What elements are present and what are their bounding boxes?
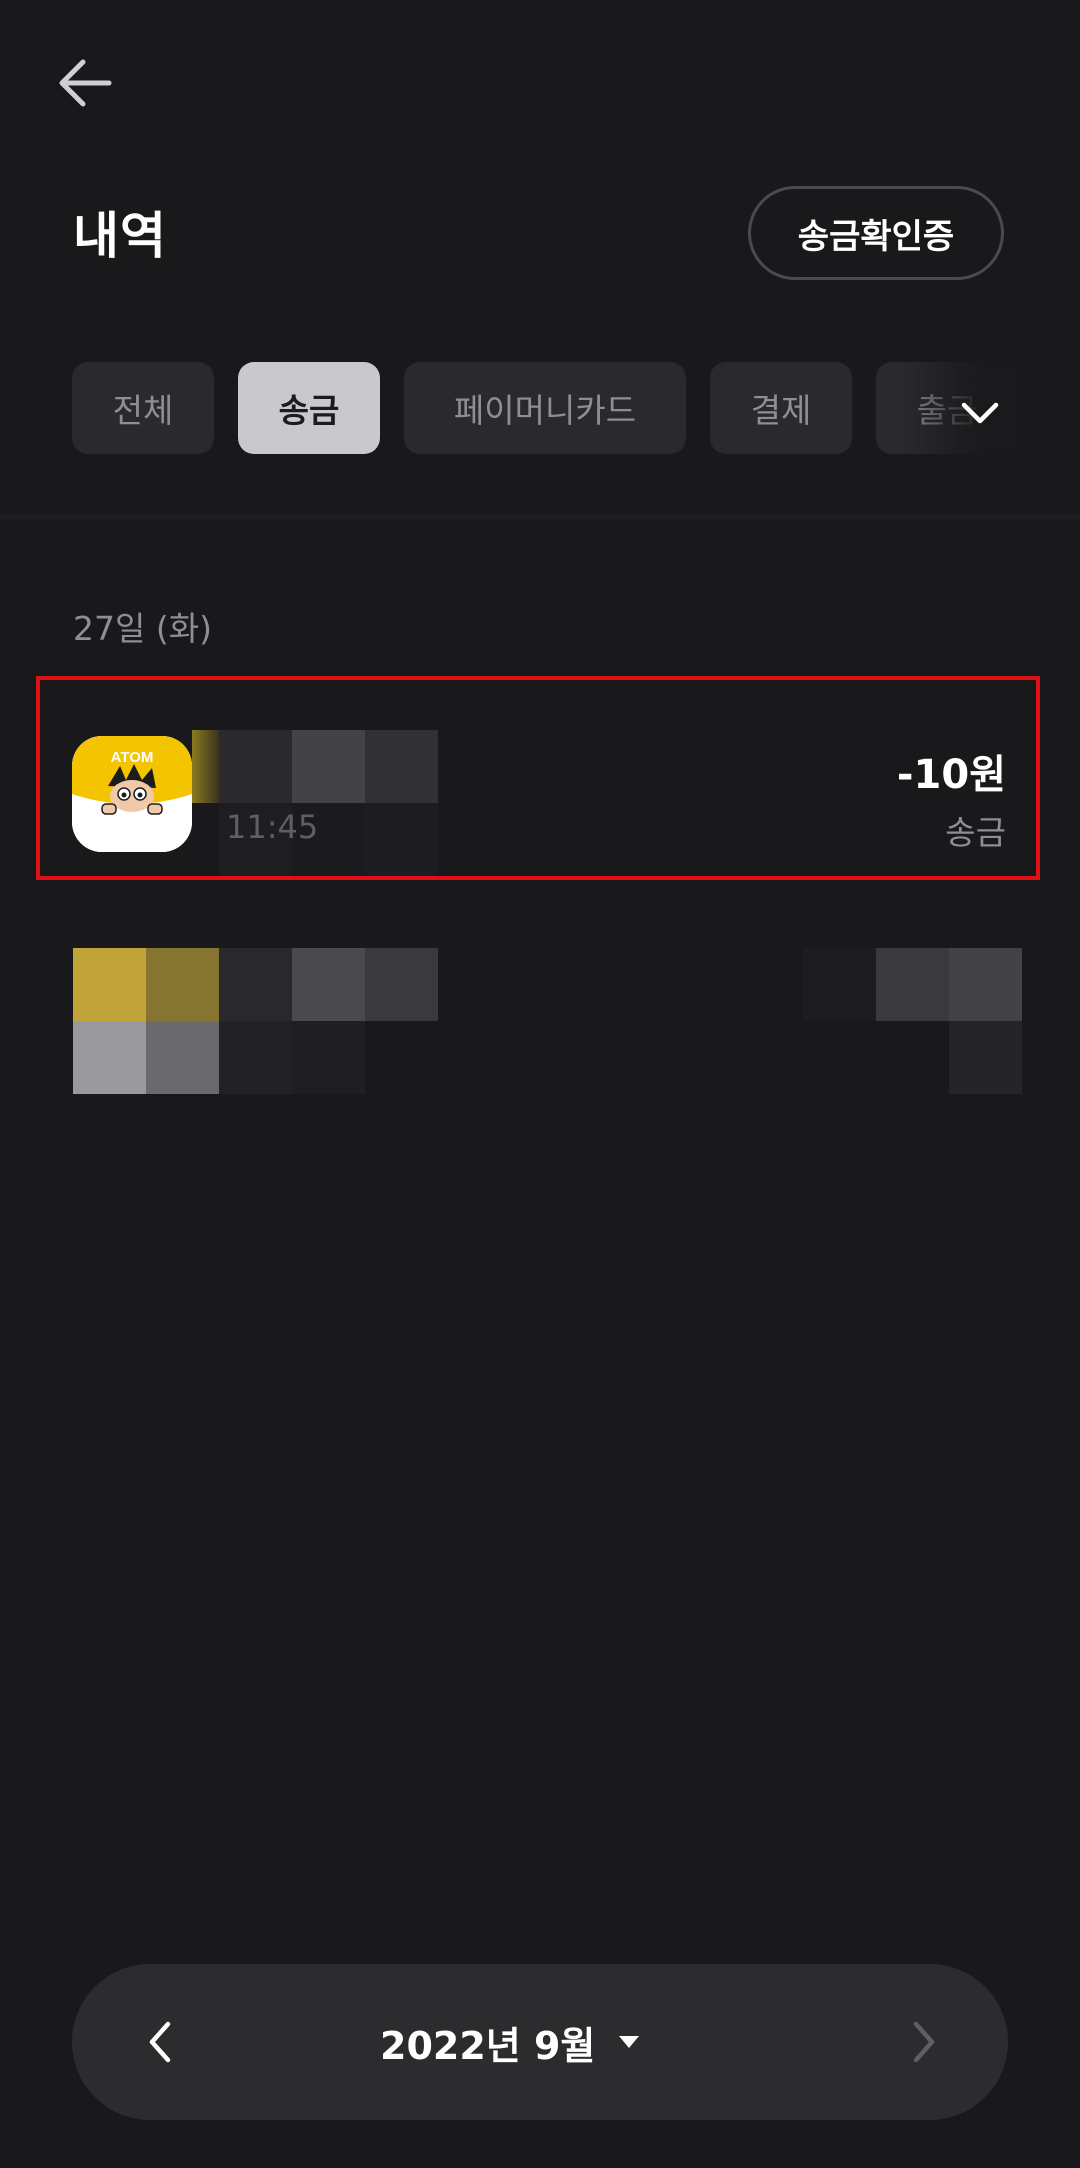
tab-all[interactable]: 전체 — [72, 362, 214, 454]
tab-payment[interactable]: 결제 — [710, 362, 852, 454]
remittance-certificate-button[interactable]: 송금확인증 — [748, 186, 1004, 280]
header-divider — [0, 514, 1080, 524]
avatar-bleed-mosaic — [192, 730, 219, 803]
chevron-left-icon — [149, 2021, 171, 2063]
month-picker[interactable]: 2022년 9월 — [380, 2010, 641, 2074]
chevron-down-icon — [961, 402, 999, 424]
tabs-expand-button[interactable] — [955, 388, 1005, 438]
chevron-right-icon — [913, 2021, 935, 2063]
tab-remittance[interactable]: 송금 — [238, 362, 380, 454]
tab-paymoney-card[interactable]: 페이머니카드 — [404, 362, 686, 454]
month-label: 2022년 9월 — [380, 2023, 596, 2068]
next-month-button[interactable] — [894, 2012, 954, 2072]
filter-tab-bar: 전체 송금 페이머니카드 결제 출금 — [0, 360, 1080, 460]
avatar-logo-text: ATOM — [111, 749, 154, 766]
redacted-name-mosaic — [219, 730, 465, 876]
avatar: ATOM — [72, 736, 192, 852]
page-title: 내역 — [73, 207, 167, 265]
atom-character-icon: ATOM — [72, 736, 192, 852]
transaction-time: 11:45 — [226, 808, 319, 846]
caret-down-icon — [619, 2036, 640, 2048]
date-header: 27일 (화) — [73, 609, 212, 648]
redacted-amount-mosaic-edge — [803, 948, 876, 1021]
redacted-amount-mosaic — [876, 948, 1022, 1094]
redacted-row-mosaic — [73, 948, 438, 1094]
transaction-amount: -10원 — [896, 752, 1006, 798]
arrow-left-icon — [59, 59, 112, 107]
transaction-type: 송금 — [945, 813, 1006, 852]
back-button[interactable] — [50, 48, 120, 118]
previous-month-button[interactable] — [130, 2012, 190, 2072]
